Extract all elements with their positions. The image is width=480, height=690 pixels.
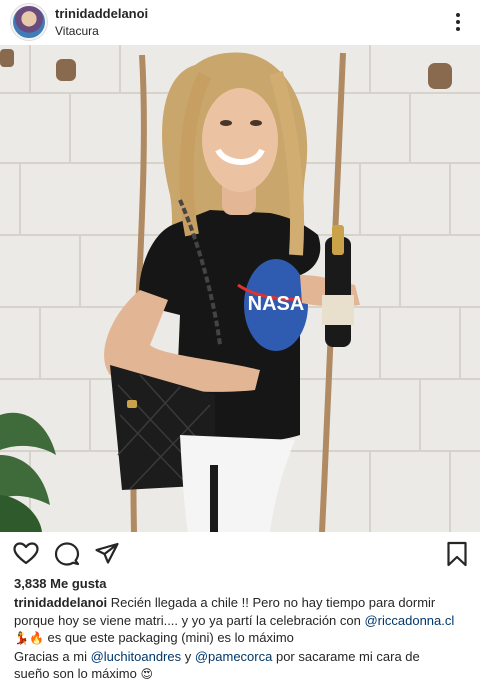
caption-text-2: porque hoy se viene matri.... y yo ya pa… — [14, 612, 365, 628]
comment-icon[interactable] — [53, 540, 81, 568]
caption-text-4b: y — [181, 648, 195, 664]
heart-eyes-emoji: 😍 — [140, 667, 153, 681]
dancer-fire-emoji: 💃🔥 — [14, 631, 44, 645]
share-icon[interactable] — [93, 540, 121, 568]
caption-text-4c: por sacarame mi cara de — [272, 648, 420, 664]
action-bar — [0, 537, 480, 571]
mention-luchitoandres[interactable]: @luchitoandres — [91, 649, 182, 664]
caption-line-4: Gracias a mi @luchitoandres y @pamecorca… — [14, 648, 470, 666]
bookmark-icon[interactable] — [443, 540, 471, 568]
caption-username[interactable]: trinidaddelanoi — [14, 595, 107, 610]
caption-text-5: sueño son lo máximo — [14, 666, 141, 681]
caption-line-1: trinidaddelanoi Recién llegada a chile !… — [14, 594, 470, 612]
profile-avatar[interactable] — [11, 4, 47, 40]
caption-line-5: sueño son lo máximo 😍 — [14, 665, 470, 684]
more-options-icon[interactable] — [450, 11, 466, 33]
caption-line-3: 💃🔥 es que este packaging (mini) es lo má… — [14, 629, 470, 648]
caption-text-3: es que este packaging (mini) es lo máxim… — [43, 630, 294, 645]
user-info: trinidaddelanoi Vitacura — [55, 6, 148, 39]
caption-text-4a: Gracias a mi — [14, 648, 91, 664]
location-link[interactable]: Vitacura — [55, 23, 148, 39]
caption-line-2: porque hoy se viene matri.... y yo ya pa… — [14, 612, 470, 630]
post-header: trinidaddelanoi Vitacura — [0, 0, 480, 45]
caption-text-1: Recién llegada a chile !! Pero no hay ti… — [110, 595, 436, 610]
username-link[interactable]: trinidaddelanoi — [55, 6, 148, 22]
post-image[interactable]: NASA — [0, 45, 480, 532]
like-count[interactable]: 3,838 Me gusta — [14, 576, 107, 591]
mention-riccadonna[interactable]: @riccadonna.cl — [364, 613, 454, 628]
mention-pamecorca[interactable]: @pamecorca — [195, 649, 273, 664]
heart-icon[interactable] — [12, 540, 40, 568]
nasa-logo: NASA — [248, 293, 305, 315]
post-caption: trinidaddelanoi Recién llegada a chile !… — [14, 594, 470, 684]
